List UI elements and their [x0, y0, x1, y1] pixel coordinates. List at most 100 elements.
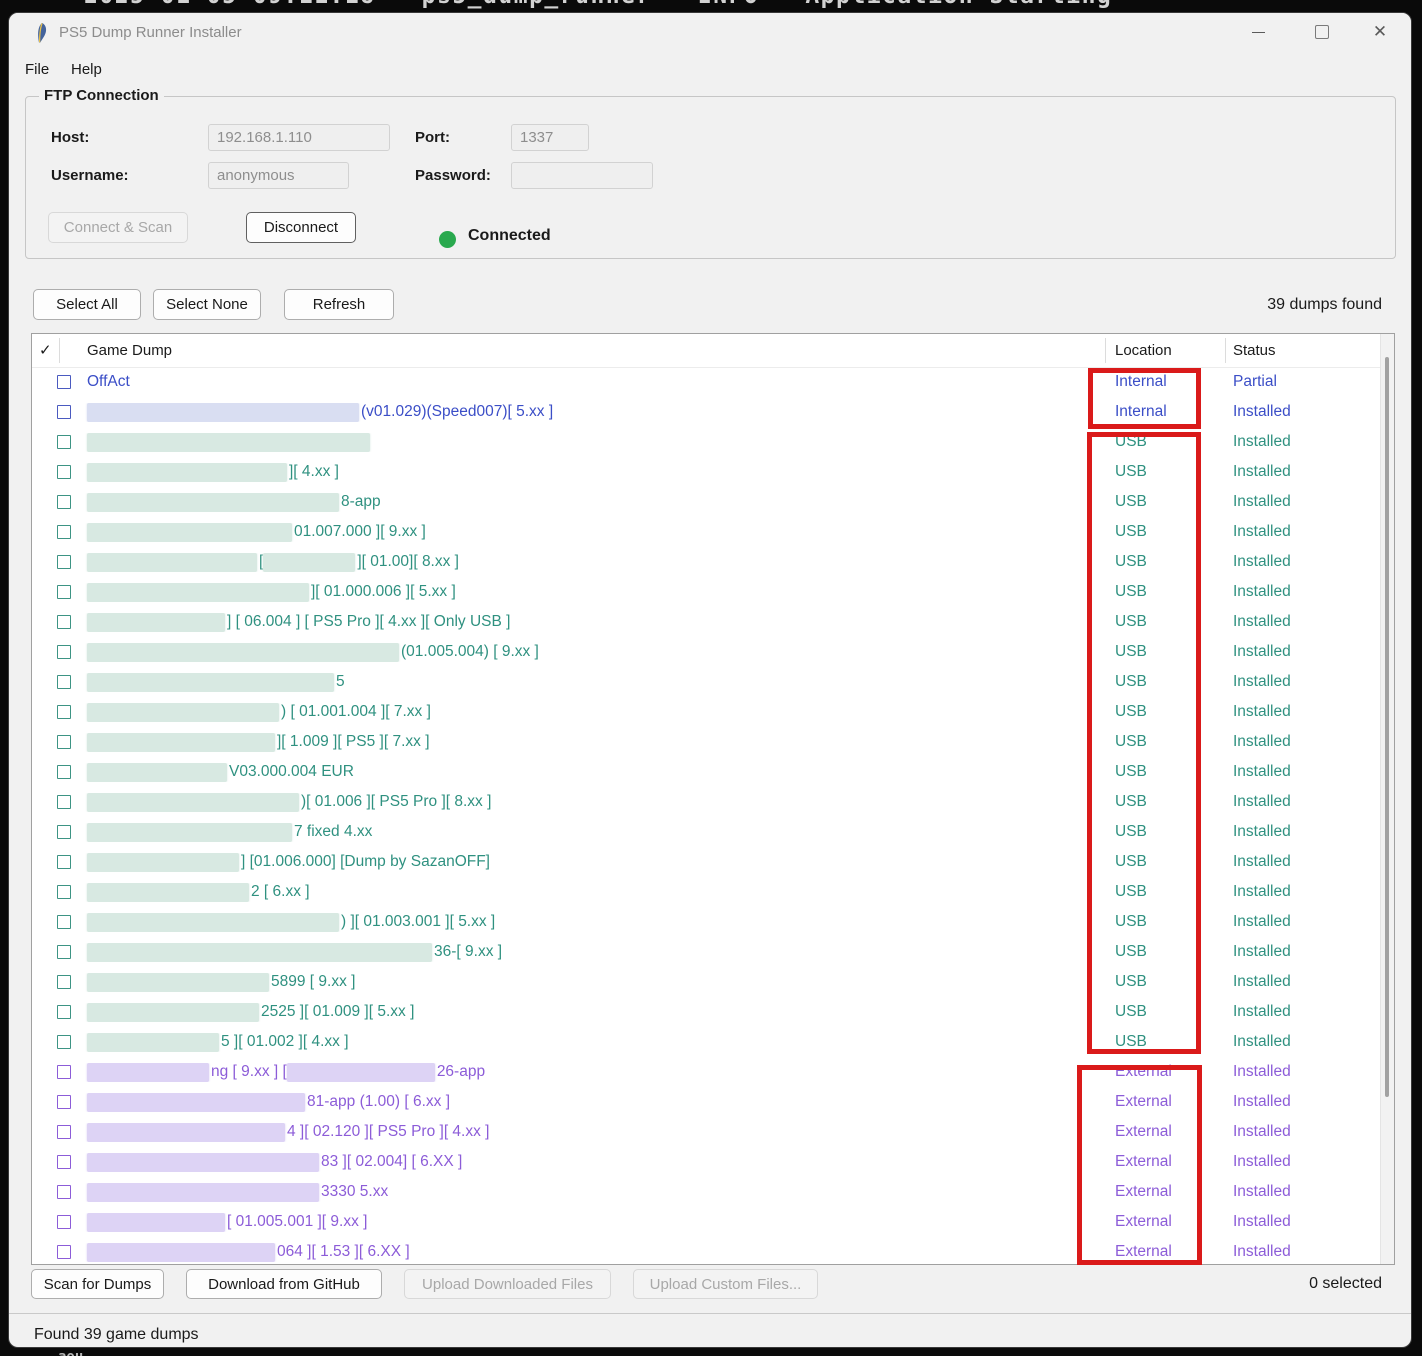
row-checkbox[interactable] [57, 1035, 71, 1049]
close-button[interactable]: ✕ [1357, 13, 1403, 51]
row-checkbox[interactable] [57, 915, 71, 929]
menu-help[interactable]: Help [71, 57, 102, 83]
table-row[interactable]: 7 fixed 4.xxUSBInstalled [32, 817, 1394, 847]
upload-custom-files-button[interactable]: Upload Custom Files... [633, 1269, 818, 1299]
table-row[interactable]: (01.005.004) [ 9.xx ]USBInstalled [32, 637, 1394, 667]
table-row[interactable]: V03.000.004 EURUSBInstalled [32, 757, 1394, 787]
table-row[interactable]: 81-app (1.00) [ 6.xx ]ExternalInstalled [32, 1087, 1394, 1117]
download-from-github-button[interactable]: Download from GitHub [186, 1269, 382, 1299]
status-value: Installed [1225, 433, 1394, 451]
header-game-dump[interactable]: Game Dump [87, 334, 172, 367]
table-row[interactable]: [ ][ 01.00][ 8.xx ]USBInstalled [32, 547, 1394, 577]
scan-for-dumps-button[interactable]: Scan for Dumps [31, 1269, 164, 1299]
row-checkbox[interactable] [57, 525, 71, 539]
row-checkbox[interactable] [57, 675, 71, 689]
row-checkbox[interactable] [57, 435, 71, 449]
password-input[interactable] [511, 162, 653, 189]
redacted-text [87, 763, 227, 782]
header-location[interactable]: Location [1115, 334, 1172, 367]
table-row[interactable]: USBInstalled [32, 427, 1394, 457]
row-checkbox[interactable] [57, 645, 71, 659]
scrollbar-thumb[interactable] [1385, 357, 1389, 1097]
table-row[interactable]: 5 ][ 01.002 ][ 4.xx ]USBInstalled [32, 1027, 1394, 1057]
vertical-scrollbar[interactable] [1380, 334, 1394, 1264]
refresh-button[interactable]: Refresh [284, 289, 394, 320]
game-dump-name [73, 433, 1105, 452]
table-row[interactable]: ] [ 06.004 ] [ PS5 Pro ][ 4.xx ][ Only U… [32, 607, 1394, 637]
row-checkbox[interactable] [57, 1005, 71, 1019]
row-checkbox[interactable] [57, 375, 71, 389]
row-checkbox[interactable] [57, 855, 71, 869]
connected-status-dot [439, 231, 456, 248]
row-checkbox[interactable] [57, 405, 71, 419]
table-row[interactable]: )[ 01.006 ][ PS5 Pro ][ 8.xx ]USBInstall… [32, 787, 1394, 817]
header-checkmark[interactable]: ✓ [39, 334, 52, 367]
table-row[interactable]: 36-[ 9.xx ]USBInstalled [32, 937, 1394, 967]
host-input[interactable] [208, 124, 390, 151]
row-checkbox[interactable] [57, 705, 71, 719]
table-row[interactable]: 5USBInstalled [32, 667, 1394, 697]
table-row[interactable]: ][ 01.000.006 ][ 5.xx ]USBInstalled [32, 577, 1394, 607]
dump-table: ✓ Game Dump Location Status OffActIntern… [31, 333, 1395, 1265]
row-checkbox[interactable] [57, 885, 71, 899]
row-checkbox[interactable] [57, 765, 71, 779]
row-checkbox[interactable] [57, 945, 71, 959]
row-checkbox[interactable] [57, 615, 71, 629]
game-dump-text: V03.000.004 EUR [229, 763, 354, 781]
checkbox-cell [32, 1245, 73, 1259]
maximize-button[interactable] [1299, 13, 1345, 51]
python-feather-icon [31, 22, 51, 44]
row-checkbox[interactable] [57, 1245, 71, 1259]
table-row[interactable]: ] [01.006.000] [Dump by SazanOFF]USBInst… [32, 847, 1394, 877]
table-row[interactable]: ) [ 01.001.004 ][ 7.xx ]USBInstalled [32, 697, 1394, 727]
table-row[interactable]: 5899 [ 9.xx ]USBInstalled [32, 967, 1394, 997]
disconnect-button[interactable]: Disconnect [246, 212, 356, 243]
select-all-button[interactable]: Select All [33, 289, 141, 320]
username-input[interactable] [208, 162, 349, 189]
row-checkbox[interactable] [57, 735, 71, 749]
checkbox-cell [32, 645, 73, 659]
row-checkbox[interactable] [57, 1155, 71, 1169]
port-input[interactable] [511, 124, 589, 151]
row-checkbox[interactable] [57, 1065, 71, 1079]
header-status[interactable]: Status [1233, 334, 1276, 367]
row-checkbox[interactable] [57, 1095, 71, 1109]
status-value: Installed [1225, 403, 1394, 421]
redacted-text [87, 523, 292, 542]
row-checkbox[interactable] [57, 795, 71, 809]
menu-file[interactable]: File [25, 57, 49, 83]
game-dump-name: 5 [73, 673, 1105, 692]
table-row[interactable]: [ 01.005.001 ][ 9.xx ]ExternalInstalled [32, 1207, 1394, 1237]
row-checkbox[interactable] [57, 1185, 71, 1199]
row-checkbox[interactable] [57, 585, 71, 599]
table-row[interactable]: 2525 ][ 01.009 ][ 5.xx ]USBInstalled [32, 997, 1394, 1027]
table-row[interactable]: 01.007.000 ][ 9.xx ]USBInstalled [32, 517, 1394, 547]
table-row[interactable]: 064 ][ 1.53 ][ 6.XX ]ExternalInstalled [32, 1237, 1394, 1265]
location-value: USB [1105, 463, 1225, 481]
row-checkbox[interactable] [57, 1125, 71, 1139]
location-value: USB [1105, 433, 1225, 451]
select-none-button[interactable]: Select None [153, 289, 261, 320]
table-row[interactable]: OffActInternalPartial [32, 367, 1394, 397]
table-row[interactable]: 4 ][ 02.120 ][ PS5 Pro ][ 4.xx ]External… [32, 1117, 1394, 1147]
location-value: USB [1105, 673, 1225, 691]
table-row[interactable]: 3330 5.xxExternalInstalled [32, 1177, 1394, 1207]
table-row[interactable]: 83 ][ 02.004] [ 6.XX ]ExternalInstalled [32, 1147, 1394, 1177]
table-row[interactable]: ng [ 9.xx ] [ 26-appExternalInstalled [32, 1057, 1394, 1087]
table-row[interactable]: 2 [ 6.xx ]USBInstalled [32, 877, 1394, 907]
upload-downloaded-files-button[interactable]: Upload Downloaded Files [404, 1269, 611, 1299]
row-checkbox[interactable] [57, 1215, 71, 1229]
minimize-button[interactable] [1235, 13, 1281, 51]
row-checkbox[interactable] [57, 555, 71, 569]
table-row[interactable]: (v01.029)(Speed007)[ 5.xx ]InternalInsta… [32, 397, 1394, 427]
status-value: Installed [1225, 1093, 1394, 1111]
row-checkbox[interactable] [57, 465, 71, 479]
table-row[interactable]: ) ][ 01.003.001 ][ 5.xx ]USBInstalled [32, 907, 1394, 937]
row-checkbox[interactable] [57, 825, 71, 839]
table-row[interactable]: ][ 4.xx ]USBInstalled [32, 457, 1394, 487]
table-row[interactable]: ][ 1.009 ][ PS5 ][ 7.xx ]USBInstalled [32, 727, 1394, 757]
table-row[interactable]: 8-appUSBInstalled [32, 487, 1394, 517]
row-checkbox[interactable] [57, 975, 71, 989]
connect-scan-button[interactable]: Connect & Scan [48, 212, 188, 243]
row-checkbox[interactable] [57, 495, 71, 509]
